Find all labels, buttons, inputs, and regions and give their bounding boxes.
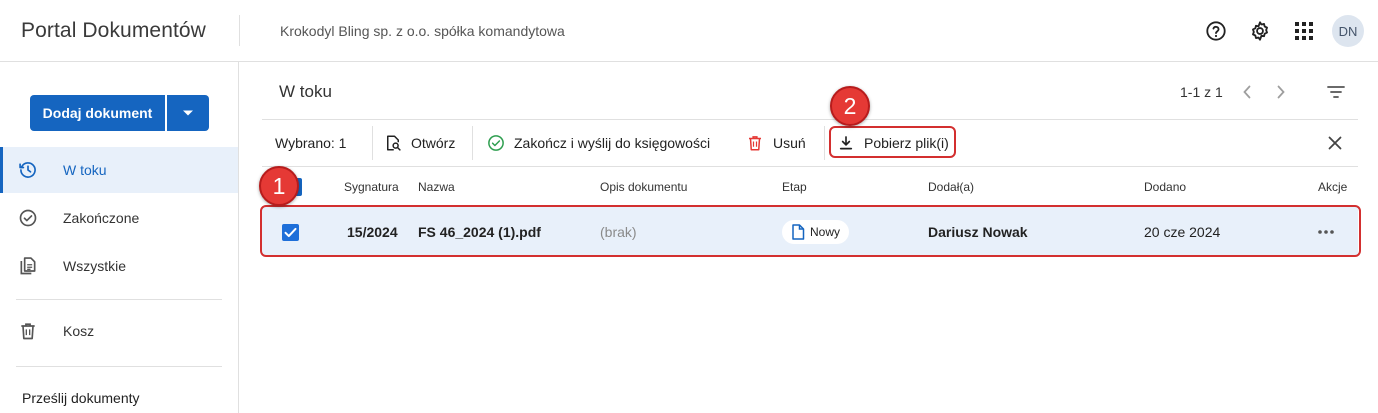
documents-icon: [18, 256, 38, 276]
sidebar-item-zakonczone[interactable]: Zakończone: [0, 195, 238, 241]
add-document-dropdown-button[interactable]: [167, 95, 209, 131]
company-name: Krokodyl Bling sp. z o.o. spółka komandy…: [280, 23, 565, 39]
add-document-button[interactable]: Dodaj dokument: [30, 95, 165, 131]
pagination-text: 1-1 z 1: [1180, 84, 1223, 100]
app-root: Portal Dokumentów Krokodyl Bling sp. z o…: [0, 0, 1378, 413]
clock-icon: [18, 160, 38, 180]
sidebar-item-label: Wszystkie: [63, 258, 126, 274]
column-header-stage[interactable]: Etap: [782, 180, 807, 194]
filter-button[interactable]: [1324, 80, 1348, 104]
row-highlight-box: [260, 205, 1361, 257]
delete-button[interactable]: Usuń: [745, 128, 806, 158]
delete-label: Usuń: [773, 135, 806, 151]
sidebar-item-label: W toku: [63, 162, 107, 178]
check-circle-icon: [486, 133, 506, 153]
selection-toolbar: Wybrano: 1 Otwórz Zakończ i wyślij do ks…: [262, 120, 1358, 166]
chevron-right-icon: [1277, 85, 1285, 99]
column-header-signature[interactable]: Sygnatura: [344, 180, 399, 194]
column-header-description[interactable]: Opis dokumentu: [600, 180, 687, 194]
top-header: Portal Dokumentów Krokodyl Bling sp. z o…: [0, 0, 1378, 62]
sidebar-item-w-toku[interactable]: W toku: [0, 147, 238, 193]
upload-section-title: Prześlij dokumenty: [22, 390, 140, 406]
user-avatar[interactable]: DN: [1332, 15, 1364, 47]
column-header-added-by[interactable]: Dodał(a): [928, 180, 974, 194]
app-title: Portal Dokumentów: [21, 19, 206, 42]
filter-icon: [1327, 86, 1345, 98]
apps-grid-icon[interactable]: [1290, 17, 1318, 45]
sidebar: Dodaj dokument W toku Zakończone Wszystk…: [0, 62, 239, 413]
header-divider: [239, 15, 240, 46]
callout-badge-2: 2: [830, 86, 870, 126]
trash-icon: [18, 321, 38, 341]
sidebar-item-kosz[interactable]: Kosz: [0, 308, 238, 354]
prev-page-button[interactable]: [1235, 80, 1259, 104]
add-document-button-group: Dodaj dokument: [30, 95, 209, 131]
toolbar-separator: [372, 126, 373, 160]
clear-selection-button[interactable]: [1324, 132, 1346, 154]
finish-and-send-button[interactable]: Zakończ i wyślij do księgowości: [486, 128, 710, 158]
sidebar-item-label: Zakończone: [63, 210, 140, 226]
gear-icon[interactable]: [1246, 17, 1274, 45]
caret-down-icon: [183, 110, 193, 116]
open-label: Otwórz: [411, 135, 456, 151]
column-header-added-on[interactable]: Dodano: [1144, 180, 1186, 194]
selected-count: Wybrano: 1: [275, 135, 347, 151]
sidebar-item-wszystkie[interactable]: Wszystkie: [0, 243, 238, 289]
chevron-left-icon: [1243, 85, 1251, 99]
callout-badge-1: 1: [259, 166, 299, 206]
open-button[interactable]: Otwórz: [383, 128, 455, 158]
check-circle-icon: [18, 208, 38, 228]
sidebar-divider: [16, 366, 222, 367]
column-header-actions: Akcje: [1318, 180, 1348, 194]
next-page-button[interactable]: [1269, 80, 1293, 104]
page-title: W toku: [279, 82, 332, 101]
sidebar-item-label: Kosz: [63, 323, 95, 339]
help-circle-icon[interactable]: [1202, 17, 1230, 45]
close-icon: [1328, 136, 1342, 150]
table-header: Sygnatura Nazwa Opis dokumentu Etap Doda…: [262, 166, 1358, 206]
column-header-name[interactable]: Nazwa: [418, 180, 455, 194]
document-search-icon: [383, 133, 403, 153]
toolbar-separator: [472, 126, 473, 160]
download-highlight-box: [829, 126, 956, 158]
toolbar-separator: [824, 126, 825, 160]
finish-and-send-label: Zakończ i wyślij do księgowości: [514, 135, 711, 151]
trash-icon: [745, 133, 765, 153]
sidebar-divider: [16, 299, 222, 300]
